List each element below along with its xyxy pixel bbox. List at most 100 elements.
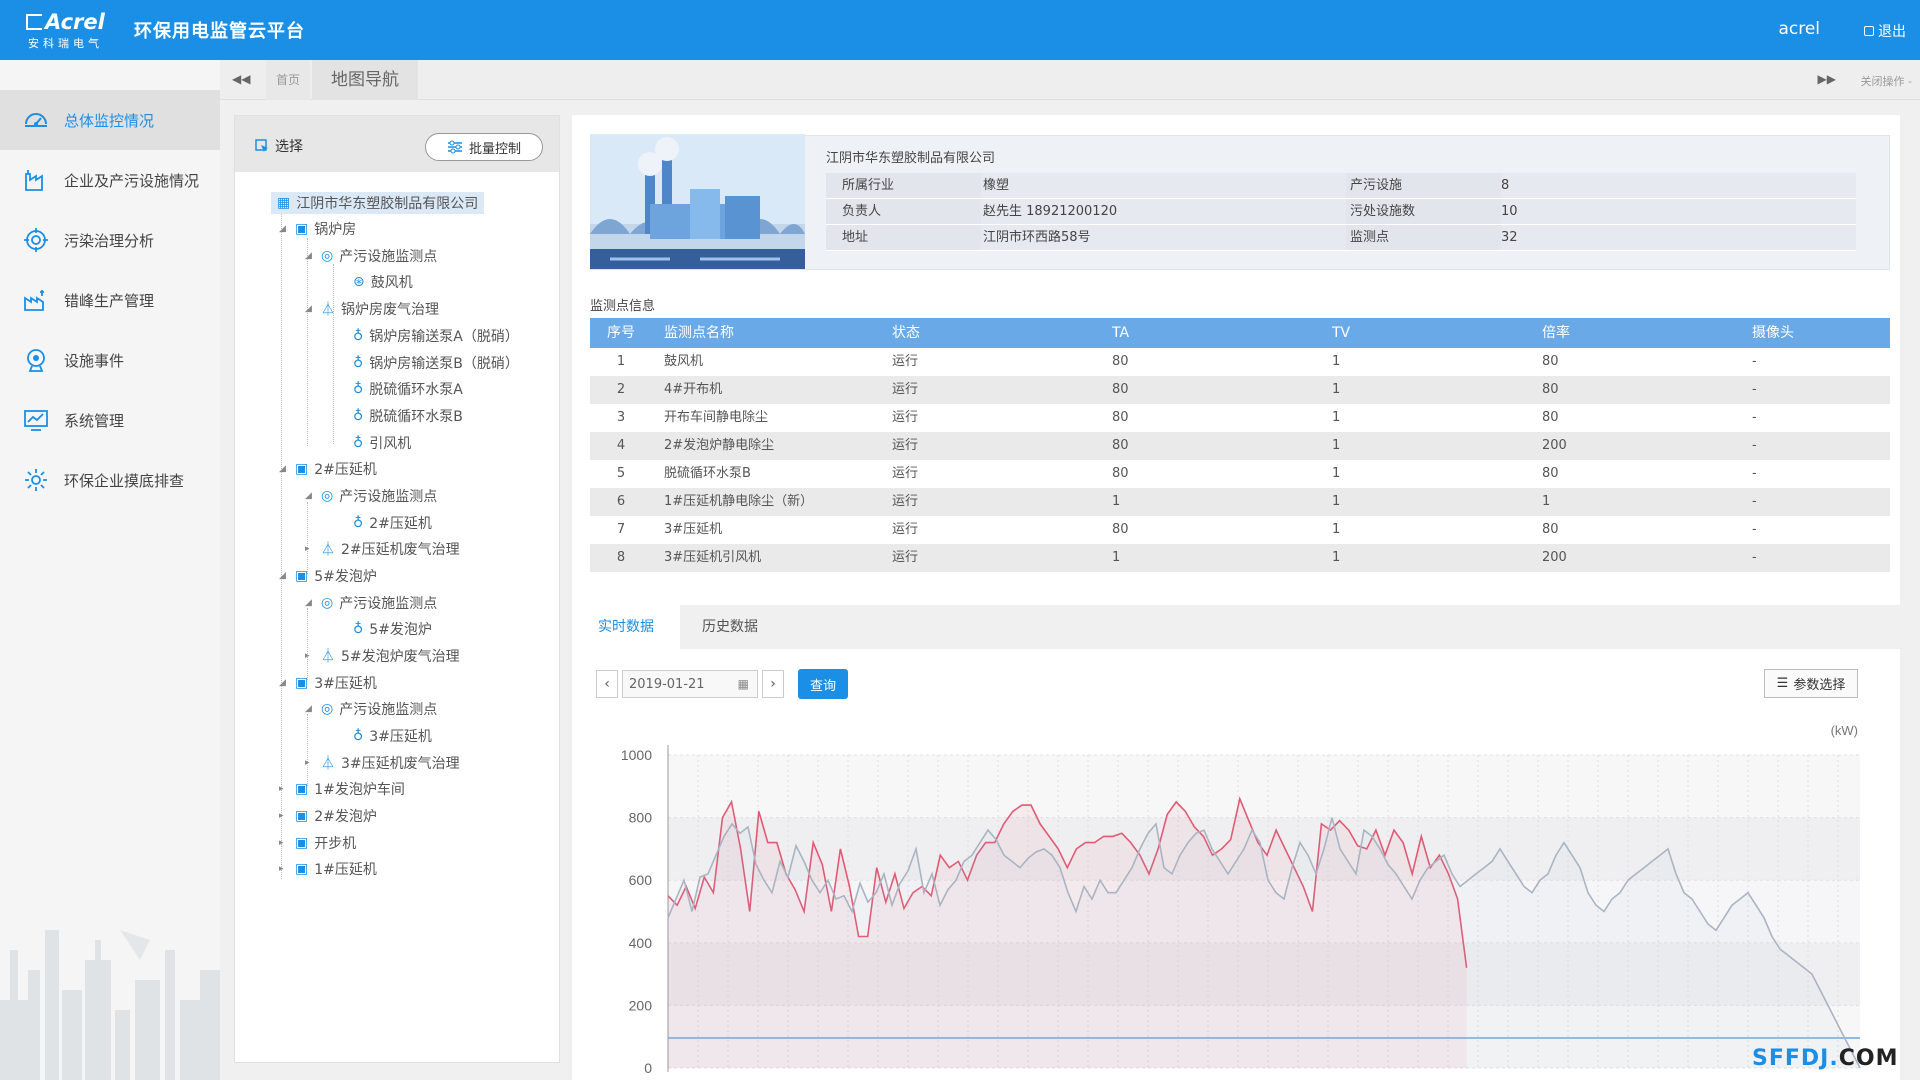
tree-node-workshop[interactable]: ◢ ▣ 5#发泡炉 <box>279 565 377 587</box>
table-cell: 运行 <box>892 550 919 565</box>
target-icon: ◎ <box>321 248 334 264</box>
tab-scroll-right-button[interactable]: ▶▶ <box>1818 72 1836 86</box>
sidebar-item-pollution-analysis[interactable]: 污染治理分析 <box>0 210 220 270</box>
tree-node-leaf[interactable]: ♁ 5#发泡炉 <box>353 618 432 640</box>
manager-value: 赵先生 18921200120 <box>981 199 1346 224</box>
table-cell: 开布车间静电除尘 <box>664 410 769 425</box>
table-cell: 3#压延机 <box>664 522 723 537</box>
company-info-table: 所属行业 橡塑 产污设施 8 负责人 赵先生 18921200120 污处设施数… <box>826 173 1856 251</box>
date-input[interactable]: 2019-01-21 ▦ <box>622 670 758 698</box>
table-cell: - <box>1752 522 1757 537</box>
table-cell: 4 <box>616 438 626 453</box>
treatment-icon: ⏃ <box>321 542 335 558</box>
tree-collapse-arrow[interactable]: ◢ <box>279 224 289 234</box>
table-row[interactable]: 8 3#压延机引风机 运行 1 1 200 - <box>590 544 1890 572</box>
tree-node-group[interactable]: ▸ ⏃ 5#发泡炉废气治理 <box>305 645 460 667</box>
parameter-select-button[interactable]: ☰ 参数选择 <box>1764 669 1858 698</box>
info-row: 所属行业 橡塑 产污设施 8 <box>826 173 1856 199</box>
tree-node-workshop[interactable]: ▸ ▣ 开步机 <box>279 832 356 854</box>
table-cell: 1 <box>1332 522 1341 537</box>
tab-history[interactable]: 历史数据 <box>702 605 758 649</box>
query-button[interactable]: 查询 <box>798 669 848 699</box>
sidebar-item-enterprise-survey[interactable]: 环保企业摸底排查 <box>0 450 220 510</box>
tab-scroll-left-button[interactable]: ◀◀ <box>232 72 250 86</box>
sidebar: 总体监控情况 企业及产污设施情况 污染治理分析 错峰生产管理 设施事件 系统管理… <box>0 60 220 1080</box>
table-cell: 运行 <box>892 522 919 537</box>
tree-node-group[interactable]: ◢ ◎ 产污设施监测点 <box>305 698 437 720</box>
next-date-button[interactable]: › <box>762 670 784 698</box>
tree-node-group[interactable]: ◢ ◎ 产污设施监测点 <box>305 592 437 614</box>
meter-icon: ♁ <box>353 621 364 637</box>
table-cell: 1#压延机静电除尘（新） <box>664 494 814 509</box>
table-row[interactable]: 7 3#压延机 运行 80 1 80 - <box>590 516 1890 544</box>
factory-illustration <box>590 134 805 269</box>
table-cell: 2#发泡炉静电除尘 <box>664 438 775 453</box>
prev-date-button[interactable]: ‹ <box>596 670 618 698</box>
sidebar-item-facility-events[interactable]: 设施事件 <box>0 330 220 390</box>
tree-node-group[interactable]: ◢ ◎ 产污设施监测点 <box>305 245 437 267</box>
treatment-icon: ⏃ <box>321 302 335 318</box>
table-row[interactable]: 2 4#开布机 运行 80 1 80 - <box>590 376 1890 404</box>
tree-node-group[interactable]: ◢ ◎ 产污设施监测点 <box>305 485 437 507</box>
tree-node-leaf[interactable]: ♁ 2#压延机 <box>353 512 432 534</box>
table-cell: - <box>1752 382 1757 397</box>
target-icon: ◎ <box>321 595 334 611</box>
table-row[interactable]: 1 鼓风机 运行 80 1 80 - <box>590 348 1890 376</box>
monitor-points-title: 监测点信息 <box>590 299 656 314</box>
tree-node-workshop[interactable]: ▸ ▣ 1#发泡炉车间 <box>279 778 405 800</box>
treatment-count-value: 10 <box>1501 199 1856 224</box>
table-cell: 1 <box>1332 550 1341 565</box>
tree-node-workshop[interactable]: ▸ ▣ 1#压延机 <box>279 858 377 880</box>
tree-node-leaf[interactable]: ♁ 脱硫循环水泵A <box>353 378 463 400</box>
tree-node-group[interactable]: ◢ ⏃ 锅炉房废气治理 <box>305 298 439 320</box>
tree-node-workshop[interactable]: ▸ ▣ 2#发泡炉 <box>279 805 377 827</box>
table-row[interactable]: 6 1#压延机静电除尘（新） 运行 1 1 1 - <box>590 488 1890 516</box>
tree-node-group[interactable]: ▸ ⏃ 3#压延机废气治理 <box>305 752 460 774</box>
table-row[interactable]: 3 开布车间静电除尘 运行 80 1 80 - <box>590 404 1890 432</box>
workshop-icon: ▣ <box>295 781 309 797</box>
table-cell: 运行 <box>892 382 919 397</box>
tree-node-leaf[interactable]: ♁ 锅炉房输送泵B（脱硝） <box>353 352 519 374</box>
tree-node-company[interactable]: ▦ 江阴市华东塑胶制品有限公司 <box>271 192 485 214</box>
table-cell: - <box>1752 550 1757 565</box>
meter-icon: ♁ <box>353 515 364 531</box>
table-row[interactable]: 4 2#发泡炉静电除尘 运行 80 1 200 - <box>590 432 1890 460</box>
sidebar-item-enterprise-facilities[interactable]: 企业及产污设施情况 <box>0 150 220 210</box>
username[interactable]: acrel <box>1778 19 1820 39</box>
sidebar-item-overall-monitoring[interactable]: 总体监控情况 <box>0 90 220 150</box>
select-toggle[interactable]: 选择 <box>255 136 303 156</box>
logout-button[interactable]: 退出 <box>1864 21 1906 41</box>
tree-node-workshop[interactable]: ◢ ▣ 3#压延机 <box>279 672 377 694</box>
table-cell: 8 <box>616 550 626 565</box>
table-body: 1 鼓风机 运行 80 1 80-2 4#开布机 运行 80 1 80-3 开布车间静电除尘 运行 80 1… <box>590 348 1890 572</box>
sidebar-item-peak-shifting[interactable]: 错峰生产管理 <box>0 270 220 330</box>
tree-node-workshop[interactable]: ◢ ▣ 2#压延机 <box>279 458 377 480</box>
table-cell: 1 <box>1542 494 1551 509</box>
workshop-icon: ▣ <box>295 675 309 691</box>
tab-realtime[interactable]: 实时数据 <box>572 605 680 649</box>
close-operations-dropdown[interactable]: 关闭操作 - <box>1861 73 1912 89</box>
tree-node-leaf[interactable]: ♁ 引风机 <box>353 432 411 454</box>
tree-node-leaf[interactable]: ⊛ 鼓风机 <box>353 271 413 293</box>
table-cell: 80 <box>1112 522 1129 537</box>
tree-node-group[interactable]: ▸ ⏃ 2#压延机废气治理 <box>305 538 460 560</box>
table-cell: 运行 <box>892 438 919 453</box>
tree-node-leaf[interactable]: ♁ 锅炉房输送泵A（脱硝） <box>353 325 519 347</box>
table-cell: 80 <box>1542 522 1559 537</box>
logout-icon <box>1864 26 1874 36</box>
workshop-icon: ▣ <box>295 861 309 877</box>
table-cell: 80 <box>1542 382 1559 397</box>
table-cell: 5 <box>616 466 626 481</box>
tree-node-leaf[interactable]: ♁ 脱硫循环水泵B <box>353 405 463 427</box>
unit-label: (kW) <box>1831 723 1858 738</box>
tab-map-navigation[interactable]: 地图导航 <box>312 60 418 100</box>
tree-node-workshop[interactable]: ◢ ▣ 锅炉房 <box>279 218 356 240</box>
sidebar-item-system-management[interactable]: 系统管理 <box>0 390 220 450</box>
tab-home[interactable]: 首页 <box>266 60 310 100</box>
facilities-label: 产污设施 <box>1346 173 1501 198</box>
factory-icon <box>25 170 43 191</box>
batch-control-button[interactable]: 批量控制 <box>425 133 543 161</box>
y-tick-label: 0 <box>644 1060 652 1076</box>
table-row[interactable]: 5 脱硫循环水泵B 运行 80 1 80 - <box>590 460 1890 488</box>
tree-node-leaf[interactable]: ♁ 3#压延机 <box>353 725 432 747</box>
